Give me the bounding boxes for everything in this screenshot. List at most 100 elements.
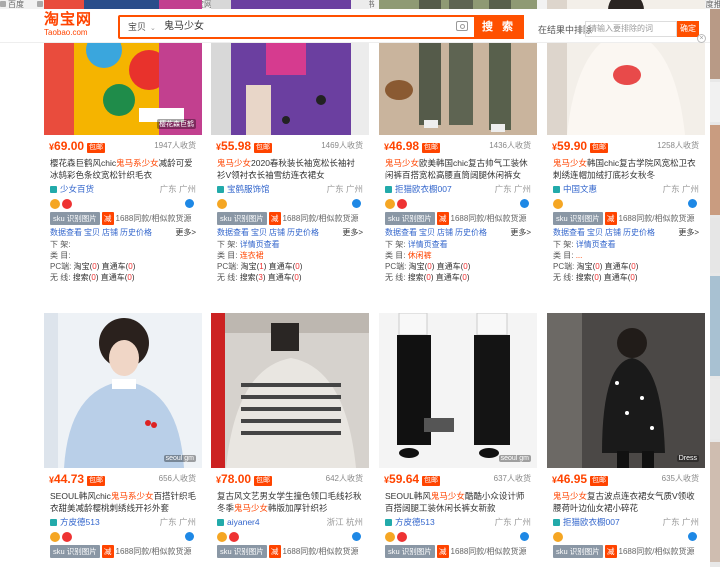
search-button[interactable]: 搜 索: [474, 15, 524, 39]
shop-name[interactable]: aiyaner4: [227, 517, 260, 527]
jian-badge: 减: [437, 212, 449, 225]
price: 69.00: [54, 139, 85, 153]
product-card[interactable]: 樱花森巨鹤 ¥69.00 包邮 1947人收货 樱花森巨鹤风chic鬼马系少女减龄可…: [44, 0, 202, 302]
product-card[interactable]: ¥46.98 包邮 1436人收货 鬼马少女欧美韩国chic复古帅气工装休闲裤百搭宽…: [379, 0, 537, 302]
shop-name[interactable]: 方皮德513: [395, 517, 435, 527]
action-link[interactable]: 数据查看: [553, 228, 585, 237]
product-title[interactable]: 鬼马少女复古波点连衣裙女气质V领收腰荷叶边仙女裙小碎花: [547, 490, 705, 514]
shop-name[interactable]: 拒猫欧衣橱007: [395, 184, 452, 194]
bookmark-item[interactable]: 百度: [0, 0, 24, 9]
sku-text[interactable]: 1688同款/相似款货源: [451, 214, 527, 223]
sku-search-button[interactable]: sku 识别图片: [217, 545, 267, 558]
product-card[interactable]: ¥78.00 包邮 642人收货 复古风文艺男女学生撞色领口毛线衫秋冬季鬼马少女韩版…: [211, 313, 369, 567]
sku-text[interactable]: 1688同款/相似款货源: [451, 547, 527, 556]
product-card[interactable]: Dress ¥46.95 包邮 635人收货 鬼马少女复古波点连衣裙女气质V领收腰荷…: [547, 313, 705, 567]
category-value[interactable]: ...: [576, 251, 583, 260]
wangwang-icon[interactable]: [352, 532, 361, 541]
product-card[interactable]: seoul gm ¥44.73 包邮 656人收货 SEOUL韩风chic鬼马系少女…: [44, 313, 202, 567]
camera-icon[interactable]: [456, 21, 468, 31]
shelf-link[interactable]: 详情页查看: [576, 240, 616, 249]
sku-text[interactable]: 1688同款/相似款货源: [116, 214, 192, 223]
product-title[interactable]: SEOUL韩风鬼马少女酷酷小众设计师百搭阔腿工装休闲长裤女新款: [379, 490, 537, 514]
search-box: 宝贝 ⌄ 鬼马少女 搜 索: [118, 15, 524, 39]
product-card[interactable]: ¥55.98 包邮 1469人收货 鬼马少女2020春秋装长袖宽松长袖衬衫V领衬衣长…: [211, 0, 369, 302]
category-row: 类 目:: [44, 250, 202, 261]
action-link[interactable]: 宝贝: [251, 228, 267, 237]
shelf-link[interactable]: 详情页查看: [408, 240, 448, 249]
action-link[interactable]: 店铺: [605, 228, 621, 237]
price-row: ¥59.90 包邮 1258人收货: [547, 135, 705, 157]
wireless-row: 无 线: 搜索(3) 直通车(0): [211, 272, 369, 283]
sku-search-button[interactable]: sku 识别图片: [385, 545, 435, 558]
product-title[interactable]: 樱花森巨鹤风chic鬼马系少女减龄可爱冰鸫彩色条纹宽松针织毛衣: [44, 157, 202, 181]
product-title[interactable]: 鬼马少女欧美韩国chic复古帅气工装休闲裤百搭宽松高腰直筒阔腿休闲裤女: [379, 157, 537, 181]
sku-text[interactable]: 1688同款/相似款货源: [619, 547, 695, 556]
wangwang-icon[interactable]: [352, 199, 361, 208]
category-value[interactable]: 休闲裤: [408, 251, 432, 260]
exclude-input[interactable]: 请输入要排除的词: [585, 21, 677, 37]
sku-search-button[interactable]: sku 识别图片: [50, 212, 100, 225]
product-title[interactable]: 鬼马少女2020春秋装长袖宽松长袖衬衫V领衬衣长袖雪纺连衣裙女: [211, 157, 369, 181]
exclude-confirm-button[interactable]: 确定: [677, 21, 699, 37]
pc-key: PC端:: [217, 262, 239, 271]
sku-text[interactable]: 1688同款/相似款货源: [116, 547, 192, 556]
action-link[interactable]: 店铺: [269, 228, 285, 237]
wangwang-icon[interactable]: [520, 532, 529, 541]
wangwang-icon[interactable]: [185, 199, 194, 208]
product-card[interactable]: seoul gm ¥59.64 包邮 637人收货 SEOUL韩风鬼马少女酷酷小众设…: [379, 313, 537, 567]
shop-name[interactable]: 少女百货: [60, 184, 94, 194]
shop-name[interactable]: 中国文惠: [563, 184, 597, 194]
sku-search-button[interactable]: sku 识别图片: [553, 212, 603, 225]
pc-key: PC端:: [553, 262, 575, 271]
taobao-logo[interactable]: 淘宝网 Taobao.com: [44, 11, 104, 41]
action-link[interactable]: 数据查看: [50, 228, 82, 237]
shop-name[interactable]: 拒猫欧衣橱007: [563, 517, 620, 527]
action-link[interactable]: 数据查看: [385, 228, 417, 237]
search-category-select[interactable]: 宝贝 ⌄: [122, 17, 162, 37]
action-link[interactable]: 历史价格: [287, 228, 319, 237]
product-card[interactable]: ¥59.90 包邮 1258人收货 鬼马少女韩国chic复古学院风宽松卫衣刺绣连帽加…: [547, 0, 705, 302]
action-link[interactable]: 店铺: [102, 228, 118, 237]
product-image[interactable]: [211, 313, 369, 468]
product-title[interactable]: 复古风文艺男女学生撞色领口毛线衫秋冬季鬼马少女韩版加厚针织衫: [211, 490, 369, 514]
product-title[interactable]: 鬼马少女韩国chic复古学院风宽松卫衣刺绣连帽加绒打底衫女秋冬: [547, 157, 705, 181]
pc-count: ): [635, 262, 639, 271]
wangwang-icon[interactable]: [688, 199, 697, 208]
action-link[interactable]: 历史价格: [455, 228, 487, 237]
sku-text[interactable]: 1688同款/相似款货源: [619, 214, 695, 223]
product-image[interactable]: seoul gm: [379, 313, 537, 468]
action-link[interactable]: 宝贝: [587, 228, 603, 237]
sales-count: 635人收货: [661, 474, 699, 483]
action-link[interactable]: 宝贝: [419, 228, 435, 237]
free-shipping-badge: 包邮: [87, 476, 106, 486]
product-image[interactable]: Dress: [547, 313, 705, 468]
more-link[interactable]: 更多>: [342, 226, 363, 239]
shelf-link[interactable]: 详情页查看: [240, 240, 280, 249]
action-link[interactable]: 历史价格: [623, 228, 655, 237]
sku-search-button[interactable]: sku 识别图片: [217, 212, 267, 225]
action-link[interactable]: 宝贝: [84, 228, 100, 237]
wangwang-icon[interactable]: [185, 532, 194, 541]
sku-text[interactable]: 1688同款/相似款货源: [283, 214, 359, 223]
sku-text[interactable]: 1688同款/相似款货源: [283, 547, 359, 556]
product-image[interactable]: seoul gm: [44, 313, 202, 468]
wangwang-icon[interactable]: [688, 532, 697, 541]
wangwang-icon[interactable]: [520, 199, 529, 208]
more-link[interactable]: 更多>: [510, 226, 531, 239]
sku-search-button[interactable]: sku 识别图片: [385, 212, 435, 225]
product-title[interactable]: SEOUL韩风chic鬼马系少女百搭针织毛衣甜美减龄樱桃刺绣线开衫外套: [44, 490, 202, 514]
sku-search-button[interactable]: sku 识别图片: [50, 545, 100, 558]
more-link[interactable]: 更多>: [175, 226, 196, 239]
close-icon[interactable]: ×: [697, 34, 706, 43]
shop-name[interactable]: 宝鹤服饰馆: [227, 184, 270, 194]
shop-name[interactable]: 方皮德513: [60, 517, 100, 527]
search-input[interactable]: 鬼马少女: [164, 17, 204, 37]
category-value[interactable]: 连衣裙: [240, 251, 264, 260]
sku-search-button[interactable]: sku 识别图片: [553, 545, 603, 558]
more-link[interactable]: 更多>: [678, 226, 699, 239]
header: 淘宝网 Taobao.com 宝贝 ⌄ 鬼马少女 搜 索 在结果中排除 请输入要排…: [0, 9, 710, 43]
action-link[interactable]: 历史价格: [120, 228, 152, 237]
price: 44.73: [54, 472, 85, 486]
action-link[interactable]: 店铺: [437, 228, 453, 237]
action-link[interactable]: 数据查看: [217, 228, 249, 237]
